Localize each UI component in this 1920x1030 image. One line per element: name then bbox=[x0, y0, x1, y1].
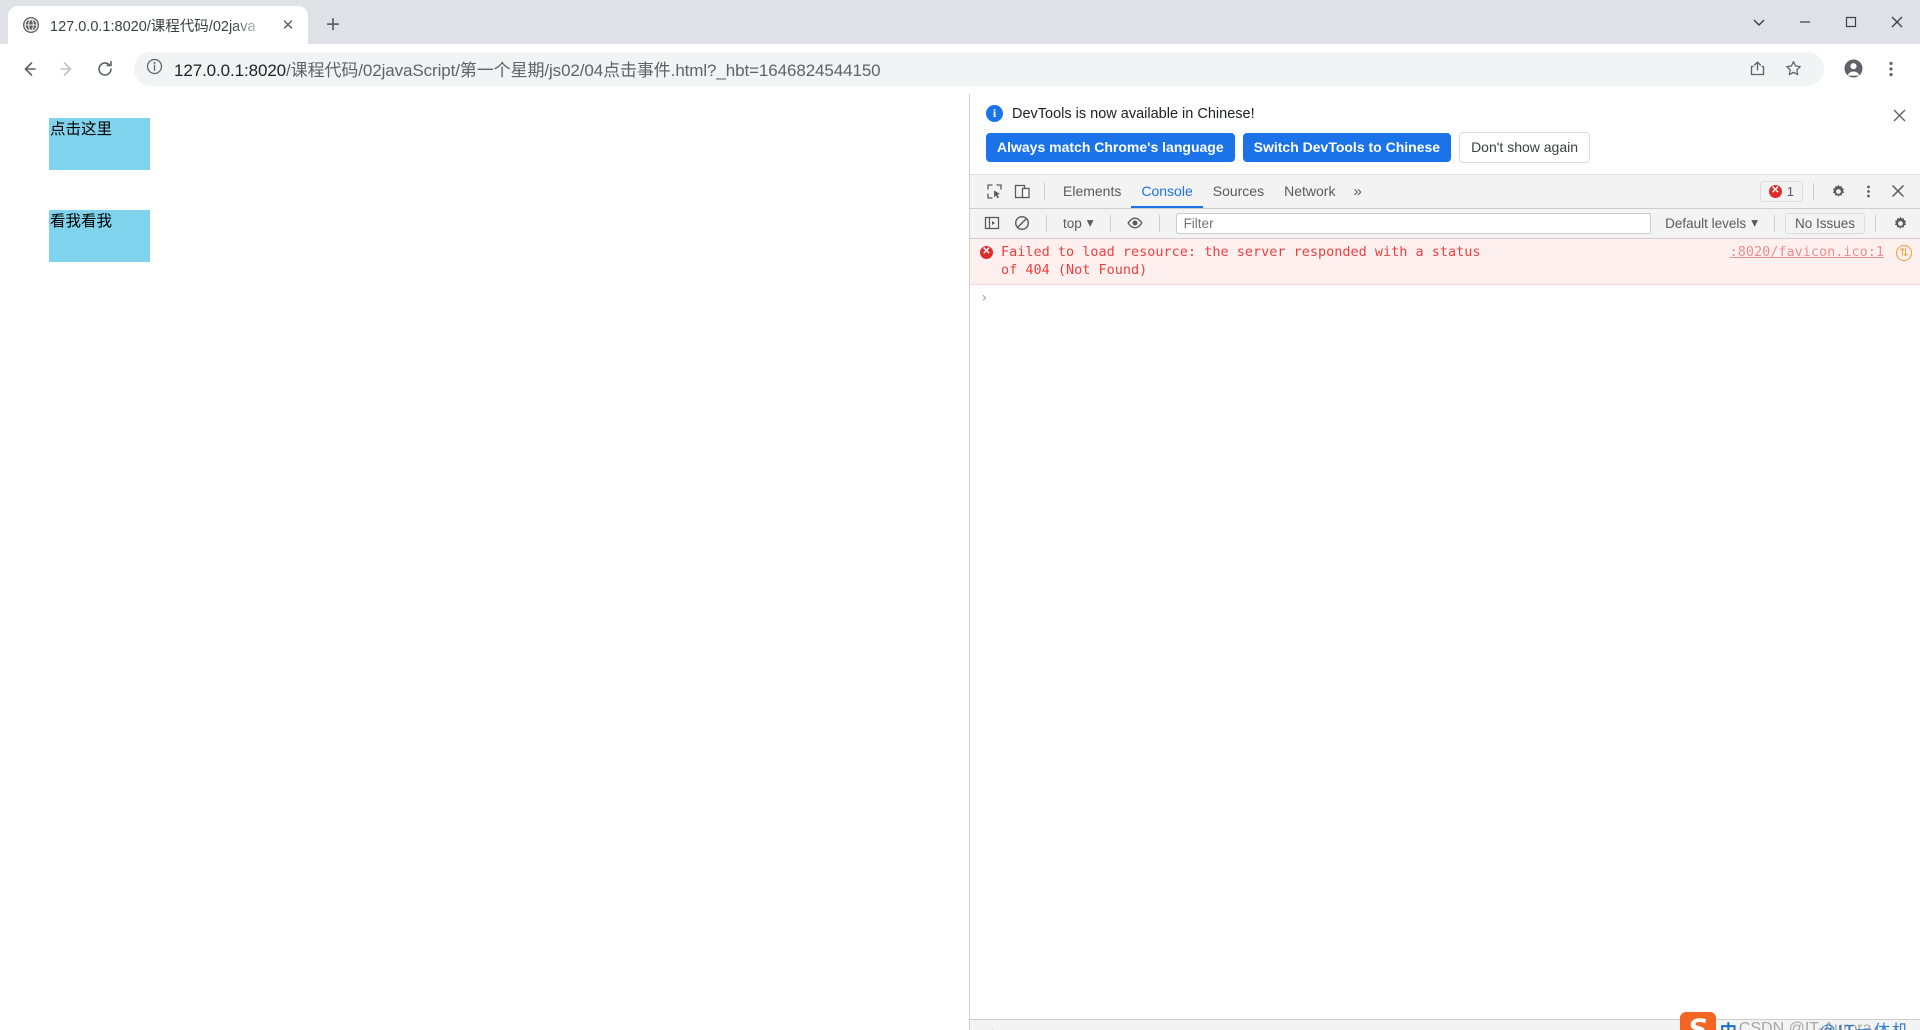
console-divider-2 bbox=[1110, 215, 1111, 232]
console-error-text: Failed to load resource: the server resp… bbox=[1001, 244, 1481, 280]
console-sidebar-icon[interactable] bbox=[978, 210, 1006, 236]
devtools-tab-console[interactable]: Console bbox=[1131, 175, 1202, 208]
drawer-kebab-menu-icon[interactable] bbox=[978, 1022, 1006, 1030]
devtools-kebab-menu-icon[interactable] bbox=[1854, 178, 1882, 204]
devtools-tab-network[interactable]: Network bbox=[1274, 175, 1345, 208]
clear-console-icon[interactable] bbox=[1008, 210, 1036, 236]
console-toolbar: top ▾ Default levels ▾ No Issues bbox=[970, 209, 1920, 239]
maximize-button[interactable] bbox=[1828, 0, 1874, 44]
console-filter-input[interactable] bbox=[1176, 213, 1652, 234]
error-count: 1 bbox=[1787, 184, 1794, 199]
console-settings-gear-icon[interactable] bbox=[1886, 210, 1914, 236]
tabbar-divider bbox=[1044, 183, 1045, 200]
actions-divider bbox=[1813, 183, 1814, 200]
window-controls bbox=[1736, 0, 1920, 44]
log-levels-value: Default levels bbox=[1665, 216, 1746, 231]
tab-title: 127.0.0.1:8020/课程代码/02java bbox=[50, 15, 268, 36]
web-page-content: 点击这里 看我看我 bbox=[0, 94, 970, 1030]
devtools-tab-elements[interactable]: Elements bbox=[1053, 175, 1131, 208]
console-message-list: ✕ Failed to load resource: the server re… bbox=[970, 239, 1920, 1019]
viewport: 点击这里 看我看我 i DevTools is now available in… bbox=[0, 94, 1920, 1030]
devtools-close-icon[interactable] bbox=[1884, 178, 1912, 204]
gear-icon[interactable] bbox=[1824, 178, 1852, 204]
url-host: 127.0.0.1:8020 bbox=[174, 61, 286, 80]
browser-tab[interactable]: 127.0.0.1:8020/课程代码/02java ✕ bbox=[8, 6, 308, 44]
dont-show-again-button[interactable]: Don't show again bbox=[1459, 132, 1590, 163]
close-window-button[interactable] bbox=[1874, 0, 1920, 44]
execution-context-dropdown[interactable]: top ▾ bbox=[1057, 213, 1100, 233]
address-bar-text: 127.0.0.1:8020/课程代码/02javaScript/第一个星期/j… bbox=[174, 56, 881, 81]
notice-buttons: Always match Chrome's language Switch De… bbox=[986, 132, 1906, 163]
tab-search-button[interactable] bbox=[1736, 0, 1782, 44]
console-error-source-link[interactable]: :8020/favicon.ico:1 bbox=[1730, 244, 1888, 260]
info-icon: i bbox=[986, 105, 1003, 122]
live-expression-icon[interactable] bbox=[1121, 210, 1149, 236]
console-divider-3 bbox=[1159, 215, 1160, 232]
devtools-panel: i DevTools is now available in Chinese! … bbox=[970, 94, 1920, 1030]
minimize-button[interactable] bbox=[1782, 0, 1828, 44]
tab-close-icon[interactable]: ✕ bbox=[278, 15, 298, 35]
back-button[interactable] bbox=[12, 52, 46, 86]
click-box-2[interactable]: 看我看我 bbox=[49, 210, 150, 262]
devtools-more-tabs-icon[interactable]: » bbox=[1345, 183, 1369, 200]
log-levels-dropdown[interactable]: Default levels ▾ bbox=[1659, 213, 1764, 233]
url-path: /课程代码/02javaScript/第一个星期/js02/04点击事件.htm… bbox=[286, 61, 880, 80]
click-box-1[interactable]: 点击这里 bbox=[49, 118, 150, 170]
globe-icon bbox=[22, 16, 40, 34]
bookmark-star-icon[interactable] bbox=[1776, 52, 1810, 86]
navigation-toolbar: 127.0.0.1:8020/课程代码/02javaScript/第一个星期/j… bbox=[0, 44, 1920, 94]
forward-button[interactable] bbox=[50, 52, 84, 86]
devtools-tabbar: Elements Console Sources Network » ✕ 1 bbox=[970, 175, 1920, 209]
console-input-prompt[interactable]: › bbox=[970, 285, 1920, 311]
switch-devtools-language-button[interactable]: Switch DevTools to Chinese bbox=[1243, 133, 1451, 162]
notice-close-icon[interactable] bbox=[1888, 104, 1910, 126]
new-tab-button[interactable]: + bbox=[316, 8, 350, 42]
notice-message-row: i DevTools is now available in Chinese! bbox=[986, 105, 1906, 122]
omnibox-actions bbox=[1740, 52, 1810, 86]
console-divider-5 bbox=[1875, 215, 1876, 232]
share-icon[interactable] bbox=[1740, 52, 1774, 86]
address-bar[interactable]: 127.0.0.1:8020/课程代码/02javaScript/第一个星期/j… bbox=[134, 52, 1824, 86]
devtools-tab-sources[interactable]: Sources bbox=[1203, 175, 1274, 208]
reload-button[interactable] bbox=[88, 52, 122, 86]
device-toolbar-icon[interactable] bbox=[1008, 178, 1036, 204]
console-divider-1 bbox=[1046, 215, 1047, 232]
network-request-icon[interactable]: ⇅ bbox=[1896, 245, 1912, 261]
chrome-menu-button[interactable] bbox=[1874, 52, 1908, 86]
info-circle-icon[interactable] bbox=[146, 58, 163, 80]
browser-window: 127.0.0.1:8020/课程代码/02java ✕ + bbox=[0, 0, 1920, 1030]
devtools-drawer-statusbar: Console bbox=[970, 1019, 1920, 1030]
inspect-element-icon[interactable] bbox=[980, 178, 1008, 204]
tab-strip: 127.0.0.1:8020/课程代码/02java ✕ + bbox=[0, 0, 1920, 44]
devtools-language-notice: i DevTools is now available in Chinese! … bbox=[970, 94, 1920, 175]
prompt-chevron-icon: › bbox=[980, 290, 988, 306]
error-icon: ✕ bbox=[1769, 185, 1782, 198]
notice-message: DevTools is now available in Chinese! bbox=[1012, 106, 1255, 122]
console-error-message[interactable]: ✕ Failed to load resource: the server re… bbox=[970, 239, 1920, 286]
chevron-down-icon: ▾ bbox=[1751, 215, 1758, 231]
console-divider-4 bbox=[1774, 215, 1775, 232]
drawer-tab-console[interactable]: Console bbox=[1012, 1020, 1083, 1030]
issues-button[interactable]: No Issues bbox=[1785, 213, 1865, 234]
profile-icon[interactable] bbox=[1836, 52, 1870, 86]
devtools-tabbar-actions: ✕ 1 bbox=[1760, 178, 1916, 204]
execution-context-value: top bbox=[1063, 216, 1082, 231]
error-icon: ✕ bbox=[980, 246, 993, 259]
chevron-down-icon: ▾ bbox=[1087, 215, 1094, 231]
error-count-badge[interactable]: ✕ 1 bbox=[1760, 181, 1803, 202]
always-match-language-button[interactable]: Always match Chrome's language bbox=[986, 133, 1235, 162]
